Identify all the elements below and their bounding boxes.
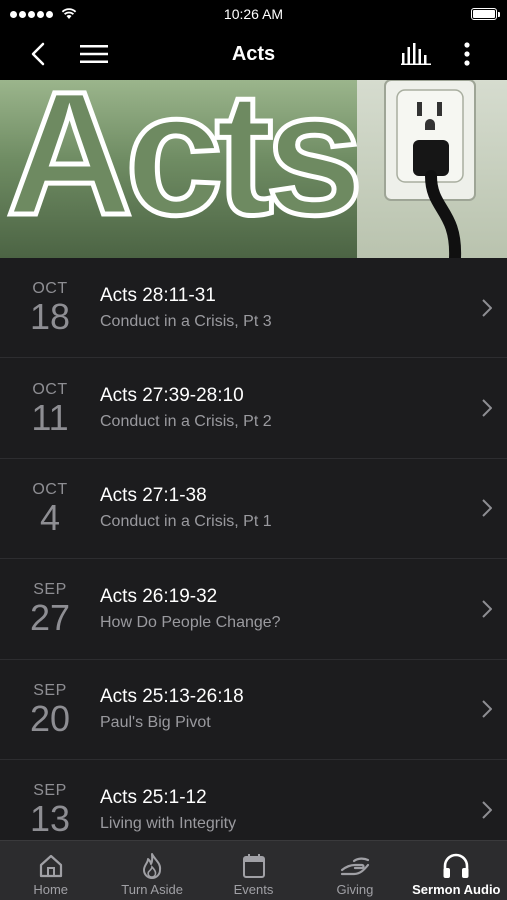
sermon-date: OCT 11 <box>0 381 100 436</box>
headphones-icon <box>443 853 469 878</box>
tab-label: Turn Aside <box>121 882 183 897</box>
audio-levels-button[interactable] <box>396 28 436 80</box>
sermon-date: OCT 18 <box>0 280 100 335</box>
hamburger-menu-icon <box>80 45 108 63</box>
menu-button[interactable] <box>74 28 114 80</box>
sermon-row[interactable]: SEP 13 Acts 25:1-12 Living with Integrit… <box>0 759 507 840</box>
sermon-title: Acts 28:11-31 <box>100 284 216 306</box>
audio-levels-icon <box>401 43 431 65</box>
tab-home[interactable]: Home <box>0 841 101 900</box>
sermon-list[interactable]: OCT 18 Acts 28:11-31 Conduct in a Crisis… <box>0 258 507 840</box>
sermon-subtitle: Conduct in a Crisis, Pt 1 <box>100 513 272 531</box>
series-banner: Acts <box>0 80 507 258</box>
date-month: OCT <box>32 380 68 398</box>
sermon-subtitle: Living with Integrity <box>100 814 237 832</box>
tab-label: Sermon Audio <box>412 882 501 897</box>
tab-label: Giving <box>336 882 374 897</box>
chevron-right-icon <box>482 298 492 317</box>
calendar-icon <box>242 854 265 878</box>
wall-tile <box>357 80 507 258</box>
back-button[interactable] <box>20 28 56 80</box>
chevron-right-icon <box>482 700 492 718</box>
banner-title: Acts <box>3 80 366 252</box>
more-vertical-icon <box>464 42 470 66</box>
sermon-title: Acts 25:13-26:18 <box>100 686 244 708</box>
sermon-row[interactable]: OCT 18 Acts 28:11-31 Conduct in a Crisis… <box>0 258 507 359</box>
chevron-right-icon <box>482 499 492 518</box>
sermon-subtitle: Paul's Big Pivot <box>100 714 211 732</box>
giving-hand-icon <box>340 857 370 876</box>
date-day: 27 <box>29 597 71 639</box>
more-options-button[interactable] <box>452 28 482 80</box>
sermon-title: Acts 25:1-12 <box>100 786 207 808</box>
tab-events[interactable]: Events <box>203 841 304 900</box>
sermon-row[interactable]: SEP 20 Acts 25:13-26:18 Paul's Big Pivot <box>0 659 507 760</box>
cellular-signal-icon <box>10 8 77 20</box>
sermon-date: SEP 20 <box>0 682 100 737</box>
tab-turn-aside[interactable]: Turn Aside <box>101 841 202 900</box>
flame-icon <box>143 853 162 879</box>
tab-giving[interactable]: Giving <box>304 841 405 900</box>
sermon-subtitle: How Do People Change? <box>100 613 281 631</box>
chevron-right-icon <box>482 600 492 618</box>
tab-sermon-audio[interactable]: Sermon Audio <box>406 841 507 900</box>
sermon-date: SEP 27 <box>0 581 100 636</box>
home-icon <box>39 854 62 878</box>
date-day: 18 <box>29 296 71 338</box>
sermon-row[interactable]: OCT 11 Acts 27:39-28:10 Conduct in a Cri… <box>0 358 507 459</box>
sermon-subtitle: Conduct in a Crisis, Pt 3 <box>100 312 272 330</box>
status-bar: 10:26 AM <box>0 0 507 28</box>
sermon-row[interactable]: OCT 4 Acts 27:1-38 Conduct in a Crisis, … <box>0 458 507 560</box>
chevron-left-icon <box>31 42 45 66</box>
date-day: 13 <box>29 798 71 840</box>
sermon-title: Acts 26:19-32 <box>100 585 218 607</box>
chevron-right-icon <box>482 800 492 819</box>
sermon-title: Acts 27:1-38 <box>100 485 207 507</box>
wifi-icon <box>61 8 77 19</box>
nav-bar: Acts <box>0 28 507 80</box>
tab-label: Home <box>33 882 69 897</box>
sermon-title: Acts 27:39-28:10 <box>100 385 244 407</box>
sermon-date: SEP 13 <box>0 782 100 837</box>
sermon-date: OCT 4 <box>0 481 100 536</box>
chevron-right-icon <box>482 399 492 417</box>
tab-bar: Home Turn Aside Events Giving Sermon Aud… <box>0 840 507 900</box>
date-day: 20 <box>29 697 71 739</box>
date-day: 4 <box>39 496 61 538</box>
power-outlet-icon <box>384 80 476 258</box>
date-day: 11 <box>31 396 69 438</box>
battery-icon <box>471 8 500 20</box>
tab-label: Events <box>233 882 274 897</box>
sermon-subtitle: Conduct in a Crisis, Pt 2 <box>100 413 272 431</box>
sermon-row[interactable]: SEP 27 Acts 26:19-32 How Do People Chang… <box>0 559 507 660</box>
